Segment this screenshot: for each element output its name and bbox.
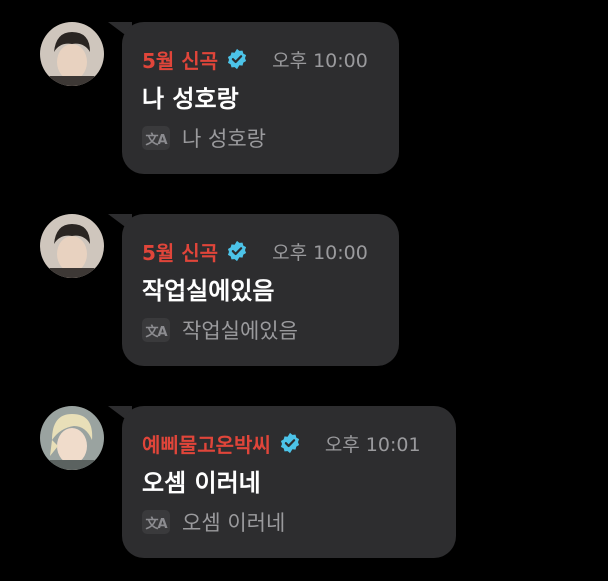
translation-row[interactable]: 文A 나 성호랑	[142, 125, 379, 151]
translation-text: 나 성호랑	[182, 127, 266, 151]
translate-icon[interactable]: 文A	[142, 510, 170, 534]
verified-badge-icon	[228, 240, 247, 262]
sender-name[interactable]: 5월 신곡	[142, 237, 218, 266]
message-time: 오후 10:01	[324, 433, 421, 456]
sender-name[interactable]: 예삐물고온박씨	[142, 429, 271, 458]
message-bubble[interactable]: 5월 신곡 오후 10:00 나 성호랑 文A 나 성호랑	[122, 22, 399, 174]
message-header: 5월 신곡 오후 10:00	[142, 237, 379, 266]
message-bubble[interactable]: 예삐물고온박씨 오후 10:01 오셈 이러네 文A 오셈 이러네	[122, 406, 456, 558]
avatar[interactable]	[40, 22, 104, 86]
avatar[interactable]	[40, 214, 104, 278]
message-bubble[interactable]: 5월 신곡 오후 10:00 작업실에있음 文A 작업실에있음	[122, 214, 399, 366]
message-text: 작업실에있음	[142, 277, 275, 305]
message-time: 오후 10:00	[272, 49, 368, 72]
translate-icon[interactable]: 文A	[142, 318, 170, 342]
verified-badge-icon	[228, 48, 247, 70]
message-time: 오후 10:00	[272, 241, 368, 264]
verified-badge-icon	[280, 432, 299, 454]
message-text: 나 성호랑	[142, 85, 239, 113]
message-header: 5월 신곡 오후 10:00	[142, 45, 379, 74]
translation-row[interactable]: 文A 오셈 이러네	[142, 509, 436, 535]
avatar[interactable]	[40, 406, 104, 470]
sender-name[interactable]: 5월 신곡	[142, 45, 218, 74]
translation-row[interactable]: 文A 작업실에있음	[142, 317, 379, 343]
translation-text: 오셈 이러네	[182, 511, 286, 535]
translate-icon[interactable]: 文A	[142, 126, 170, 150]
translation-text: 작업실에있음	[182, 319, 298, 343]
message-text: 오셈 이러네	[142, 469, 261, 497]
message-header: 예삐물고온박씨 오후 10:01	[142, 429, 436, 458]
